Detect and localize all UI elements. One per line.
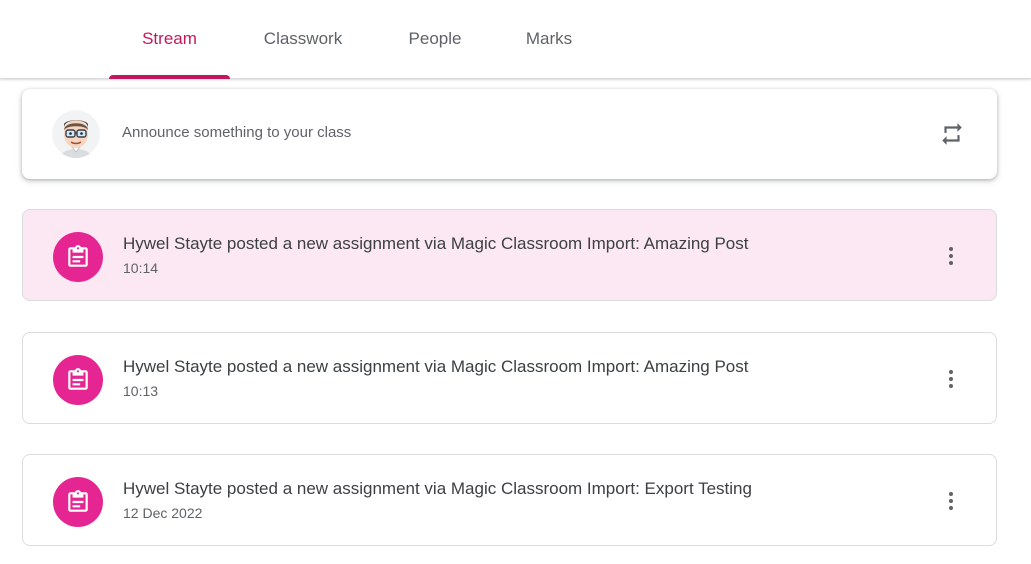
assignment-icon: [68, 245, 88, 267]
tab-classwork-label: Classwork: [263, 29, 343, 48]
active-tab-indicator: [109, 75, 230, 79]
post-more-button[interactable]: [936, 240, 966, 272]
more-vert-icon: [949, 492, 953, 510]
announcement-input[interactable]: Announce something to your class: [122, 124, 351, 141]
post-more-button[interactable]: [936, 485, 966, 517]
post-timestamp: 10:13: [123, 383, 159, 399]
avatar: [52, 110, 100, 158]
assignment-badge: [53, 355, 103, 405]
avatar-face-icon: [52, 110, 100, 158]
repost-icon: [942, 123, 962, 145]
stream-post[interactable]: Hywel Stayte posted a new assignment via…: [22, 332, 997, 424]
post-title: Hywel Stayte posted a new assignment via…: [123, 234, 749, 253]
tab-people[interactable]: People: [390, 0, 480, 78]
announcement-composer[interactable]: Announce something to your class: [22, 89, 997, 179]
stream-post[interactable]: Hywel Stayte posted a new assignment via…: [22, 209, 997, 301]
post-timestamp: 12 Dec 2022: [123, 505, 203, 521]
assignment-icon: [68, 368, 88, 390]
repost-button[interactable]: [937, 119, 967, 149]
tab-stream[interactable]: Stream: [109, 0, 230, 79]
tab-marks-label: Marks: [525, 29, 573, 48]
stream-post[interactable]: Hywel Stayte posted a new assignment via…: [22, 454, 997, 546]
more-vert-icon: [949, 247, 953, 265]
more-vert-icon: [949, 370, 953, 388]
assignment-badge: [53, 477, 103, 527]
post-more-button[interactable]: [936, 363, 966, 395]
assignment-icon: [68, 490, 88, 512]
tab-people-label: People: [408, 29, 462, 48]
post-timestamp: 10:14: [123, 260, 159, 276]
post-title: Hywel Stayte posted a new assignment via…: [123, 357, 749, 376]
tab-stream-label: Stream: [142, 29, 197, 48]
class-tab-bar: Stream Classwork People Marks: [0, 0, 1031, 79]
tab-classwork[interactable]: Classwork: [242, 0, 364, 78]
tab-marks[interactable]: Marks: [505, 0, 593, 78]
assignment-badge: [53, 232, 103, 282]
post-title: Hywel Stayte posted a new assignment via…: [123, 479, 752, 498]
